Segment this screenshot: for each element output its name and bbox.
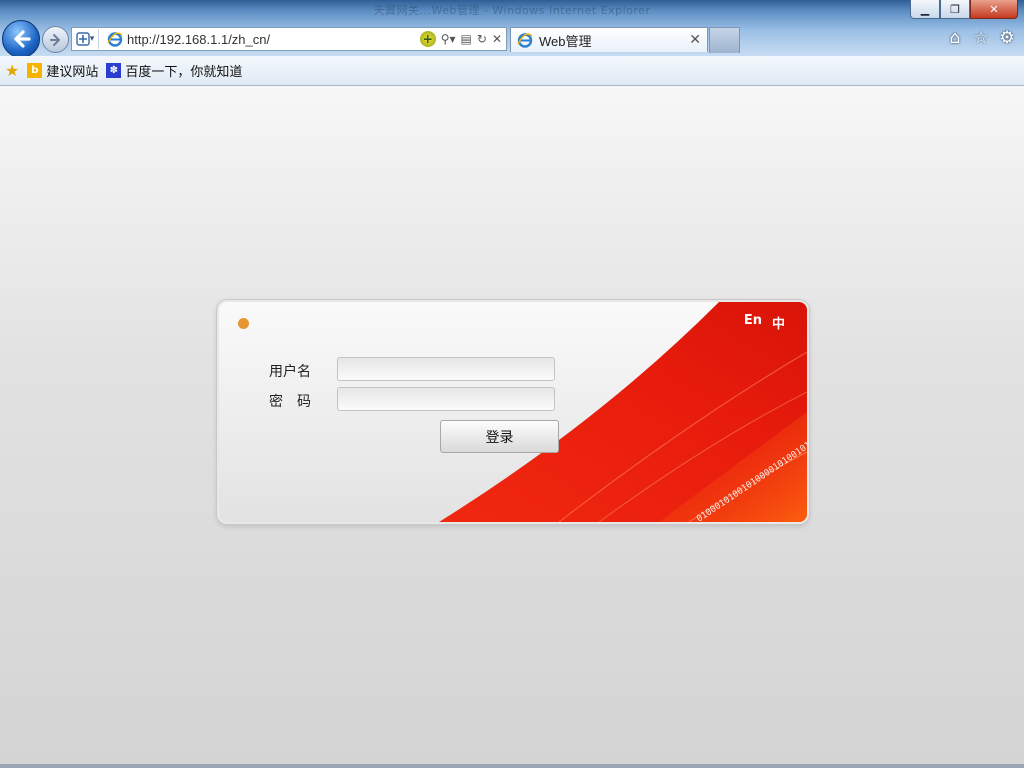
toolbar-icons: ⌂ ☆ ⚙ xyxy=(946,28,1016,48)
stop-icon[interactable]: ✕ xyxy=(492,32,502,46)
add-favorites-icon[interactable]: ★ xyxy=(5,61,19,80)
back-button[interactable] xyxy=(2,20,40,58)
bing-icon: b xyxy=(27,63,43,78)
lang-en-link[interactable]: En xyxy=(744,313,762,332)
address-bar[interactable]: ▾ http://192.168.1.1/zh_cn/ + ⚲▾ ▤ ↻ ✕ xyxy=(71,27,507,51)
favorites-bar: ★ b 建议网站 ✽ 百度一下，你就知道 xyxy=(0,56,1024,86)
favorite-label: 百度一下，你就知道 xyxy=(125,65,243,80)
favorite-item-baidu[interactable]: ✽ 百度一下，你就知道 xyxy=(106,61,242,80)
forward-button[interactable] xyxy=(42,26,69,53)
url-text[interactable]: http://192.168.1.1/zh_cn/ xyxy=(127,32,377,47)
language-switcher: En 中 xyxy=(744,313,785,332)
login-button[interactable]: 登录 xyxy=(440,420,559,453)
password-input[interactable] xyxy=(337,387,555,411)
favorite-label: 建议网站 xyxy=(46,65,99,80)
tab-web-management[interactable]: Web管理 ✕ xyxy=(510,27,708,52)
tab-label: Web管理 xyxy=(539,33,592,49)
window-controls: ▁ ❐ ✕ xyxy=(910,0,1018,19)
security-shield-icon[interactable]: ▾ xyxy=(72,29,99,49)
ie-page-icon xyxy=(107,32,123,47)
baidu-icon: ✽ xyxy=(106,63,122,78)
forward-arrow-icon xyxy=(49,33,60,46)
password-label: 密 码 xyxy=(269,394,311,410)
back-arrow-icon xyxy=(14,30,31,48)
window-title: 天翼网关...Web管理 - Windows Internet Explorer xyxy=(373,4,651,17)
ie-tab-icon xyxy=(517,33,533,48)
favorite-item-suggested-sites[interactable]: b 建议网站 xyxy=(27,61,98,80)
tab-close-icon[interactable]: ✕ xyxy=(689,32,701,48)
settings-gear-icon[interactable]: ⚙ xyxy=(998,28,1016,48)
new-tab-button[interactable] xyxy=(709,27,740,53)
status-dot xyxy=(238,318,249,329)
search-icon[interactable]: ⚲▾ xyxy=(441,32,456,46)
page-icon[interactable]: ▤ xyxy=(461,32,472,46)
page-body: 01000101001010000101001010010100001010 E… xyxy=(0,86,1024,768)
browser-titlebar: 天翼网关...Web管理 - Windows Internet Explorer… xyxy=(0,0,1024,58)
close-window-button[interactable]: ✕ xyxy=(970,0,1018,19)
username-label: 用户名 xyxy=(269,364,311,380)
restore-button[interactable]: ❐ xyxy=(940,0,970,19)
username-input[interactable] xyxy=(337,357,555,381)
lang-zh-link[interactable]: 中 xyxy=(772,313,785,332)
minimize-button[interactable]: ▁ xyxy=(910,0,940,19)
refresh-icon[interactable]: ↻ xyxy=(477,32,487,46)
favorites-star-icon[interactable]: ☆ xyxy=(972,28,990,48)
login-panel: 01000101001010000101001010010100001010 E… xyxy=(217,300,809,524)
compatibility-view-icon[interactable]: + xyxy=(419,31,436,47)
brand-red-graphic: 01000101001010000101001010010100001010 xyxy=(439,302,807,522)
home-icon[interactable]: ⌂ xyxy=(946,28,964,48)
taskbar-edge xyxy=(0,764,1024,768)
